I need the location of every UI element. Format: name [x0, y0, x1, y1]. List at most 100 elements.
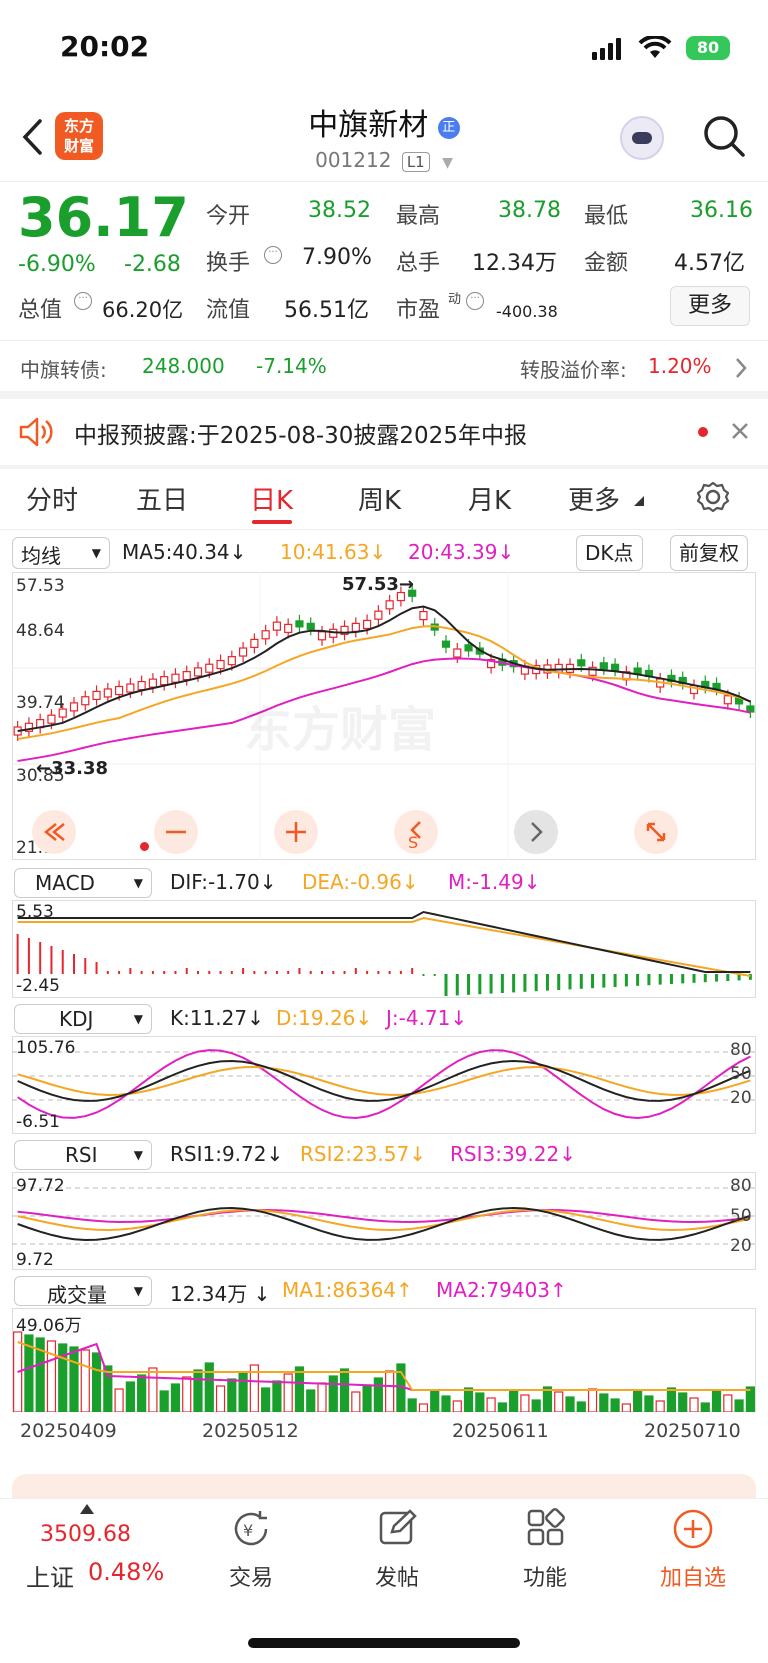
tab-five-day[interactable]: 五日 — [136, 480, 188, 517]
nav-trade[interactable]: 交易 — [206, 1560, 296, 1592]
turnover-label: 换手 — [206, 251, 251, 276]
notice-bar[interactable]: 中报预披露:于2025-08-30披露2025年中报 — [0, 399, 768, 465]
macd-chart[interactable] — [12, 900, 756, 998]
ma-selector[interactable]: 均线 ▼ — [12, 537, 110, 569]
low-label: ←33.38 — [36, 758, 109, 779]
amount-label: 金额 — [584, 251, 629, 276]
volume-bar — [204, 1362, 214, 1412]
volume-chart[interactable] — [12, 1308, 756, 1412]
plus-icon — [286, 822, 306, 842]
adjust-button[interactable]: 前复权 — [670, 535, 748, 571]
search-icon[interactable] — [702, 114, 746, 158]
candle-body — [250, 638, 259, 649]
candle-body — [284, 623, 293, 634]
active-tab-indicator — [252, 520, 292, 524]
watermark: 东方财富 — [244, 702, 437, 758]
dk-point-button[interactable]: DK点 — [576, 535, 643, 571]
close-icon[interactable] — [730, 421, 750, 441]
scroll-right-button[interactable] — [514, 810, 558, 854]
y-label-top: 57.53 — [16, 576, 65, 596]
rsi-level-50: 50 — [730, 1206, 752, 1226]
volume-bar — [711, 1389, 722, 1412]
scroll-left-button[interactable] — [32, 810, 76, 854]
candle-body — [103, 688, 112, 698]
settings-icon[interactable] — [696, 480, 730, 514]
volume-bar — [339, 1368, 350, 1412]
trade-icon[interactable]: ¥ — [230, 1508, 272, 1550]
volume-bar — [317, 1382, 327, 1412]
macd-selector[interactable]: MACD ▼ — [14, 868, 152, 898]
info-icon[interactable]: ··· — [264, 246, 282, 264]
bond-price: 248.000 — [142, 354, 225, 378]
candle-body — [453, 648, 462, 658]
grid-icon[interactable] — [526, 1508, 566, 1548]
candle-body — [317, 631, 327, 641]
post-icon[interactable] — [378, 1508, 418, 1548]
tab-monthly-k[interactable]: 月K — [468, 480, 511, 517]
date-label-2: 20250512 — [202, 1420, 299, 1442]
candle-body — [126, 683, 135, 693]
rsi2: RSI2:23.57↓ — [300, 1142, 426, 1166]
index-pct[interactable]: 0.48% — [88, 1558, 164, 1586]
candle-body — [238, 647, 248, 657]
mktcap-value: 66.20亿 — [102, 298, 184, 322]
more-quote-button[interactable]: 更多 — [670, 286, 750, 326]
zoom-in-button[interactable] — [274, 810, 318, 854]
volume-bar — [666, 1387, 677, 1412]
minus-icon — [166, 830, 186, 834]
volume-bar — [328, 1375, 338, 1412]
bond-pct: -7.14% — [256, 354, 327, 378]
volume-bar — [182, 1376, 192, 1412]
high-label: 最高 — [396, 204, 441, 229]
volume-bar — [689, 1397, 699, 1412]
volume-bar — [46, 1340, 57, 1412]
kdj-chart[interactable] — [12, 1036, 756, 1134]
add-circle-icon[interactable] — [672, 1508, 714, 1550]
volume-top: 49.06万 — [16, 1316, 82, 1336]
candle-body — [295, 620, 304, 628]
macd-m: M:-1.49↓ — [448, 870, 541, 894]
fullscreen-button[interactable] — [634, 810, 678, 854]
notice-text: 中报预披露:于2025-08-30披露2025年中报 — [74, 423, 527, 449]
nav-add-watchlist[interactable]: 加自选 — [648, 1560, 738, 1592]
chevron-right-icon — [531, 822, 543, 842]
tab-more[interactable]: 更多 — [568, 480, 620, 517]
kdj-selector[interactable]: KDJ ▼ — [14, 1004, 152, 1034]
candle-body — [148, 678, 158, 688]
candle-body — [160, 676, 169, 686]
volume-bar — [362, 1384, 372, 1412]
volume-bar — [91, 1352, 102, 1412]
macd-dif: DIF:-1.70↓ — [170, 870, 277, 894]
volume-bar — [137, 1374, 147, 1412]
peak-label: 57.53→ — [342, 574, 415, 595]
candle-body — [227, 656, 236, 666]
volume-bar — [554, 1391, 564, 1412]
candle-body — [171, 673, 180, 683]
index-value[interactable]: 3509.68 — [40, 1522, 131, 1547]
mktcap-label: 总值 — [18, 298, 63, 323]
tab-intraday[interactable]: 分时 — [26, 480, 78, 517]
nav-function[interactable]: 功能 — [500, 1560, 590, 1592]
tab-weekly-k[interactable]: 周K — [358, 480, 401, 517]
rsi-chart[interactable] — [12, 1172, 756, 1270]
info-icon[interactable]: ··· — [466, 292, 484, 310]
home-indicator — [248, 1638, 520, 1648]
chevron-right-icon — [736, 358, 747, 378]
index-name[interactable]: 上证 — [26, 1558, 74, 1593]
verified-icon: 正 — [437, 117, 460, 139]
assistant-avatar[interactable] — [620, 116, 664, 160]
info-icon[interactable]: ··· — [74, 292, 92, 310]
volume-bar — [227, 1378, 237, 1412]
rsi-selector[interactable]: RSI ▼ — [14, 1140, 152, 1170]
volume-bar — [509, 1389, 519, 1412]
candle-body — [216, 659, 225, 670]
date-label-4: 20250710 — [644, 1420, 741, 1442]
low-value: 36.16 — [690, 198, 753, 223]
pe-sup: 动 — [448, 292, 462, 307]
volume-selector[interactable]: 成交量 ▼ — [14, 1276, 152, 1307]
bs-signal-button[interactable]: S — [394, 810, 438, 854]
bond-row[interactable]: 中旗转债: 248.000 -7.14% 转股溢价率: 1.20% — [0, 341, 768, 391]
nav-post[interactable]: 发帖 — [352, 1560, 442, 1592]
tab-daily-k[interactable]: 日K — [250, 480, 293, 517]
zoom-out-button[interactable] — [154, 810, 198, 854]
